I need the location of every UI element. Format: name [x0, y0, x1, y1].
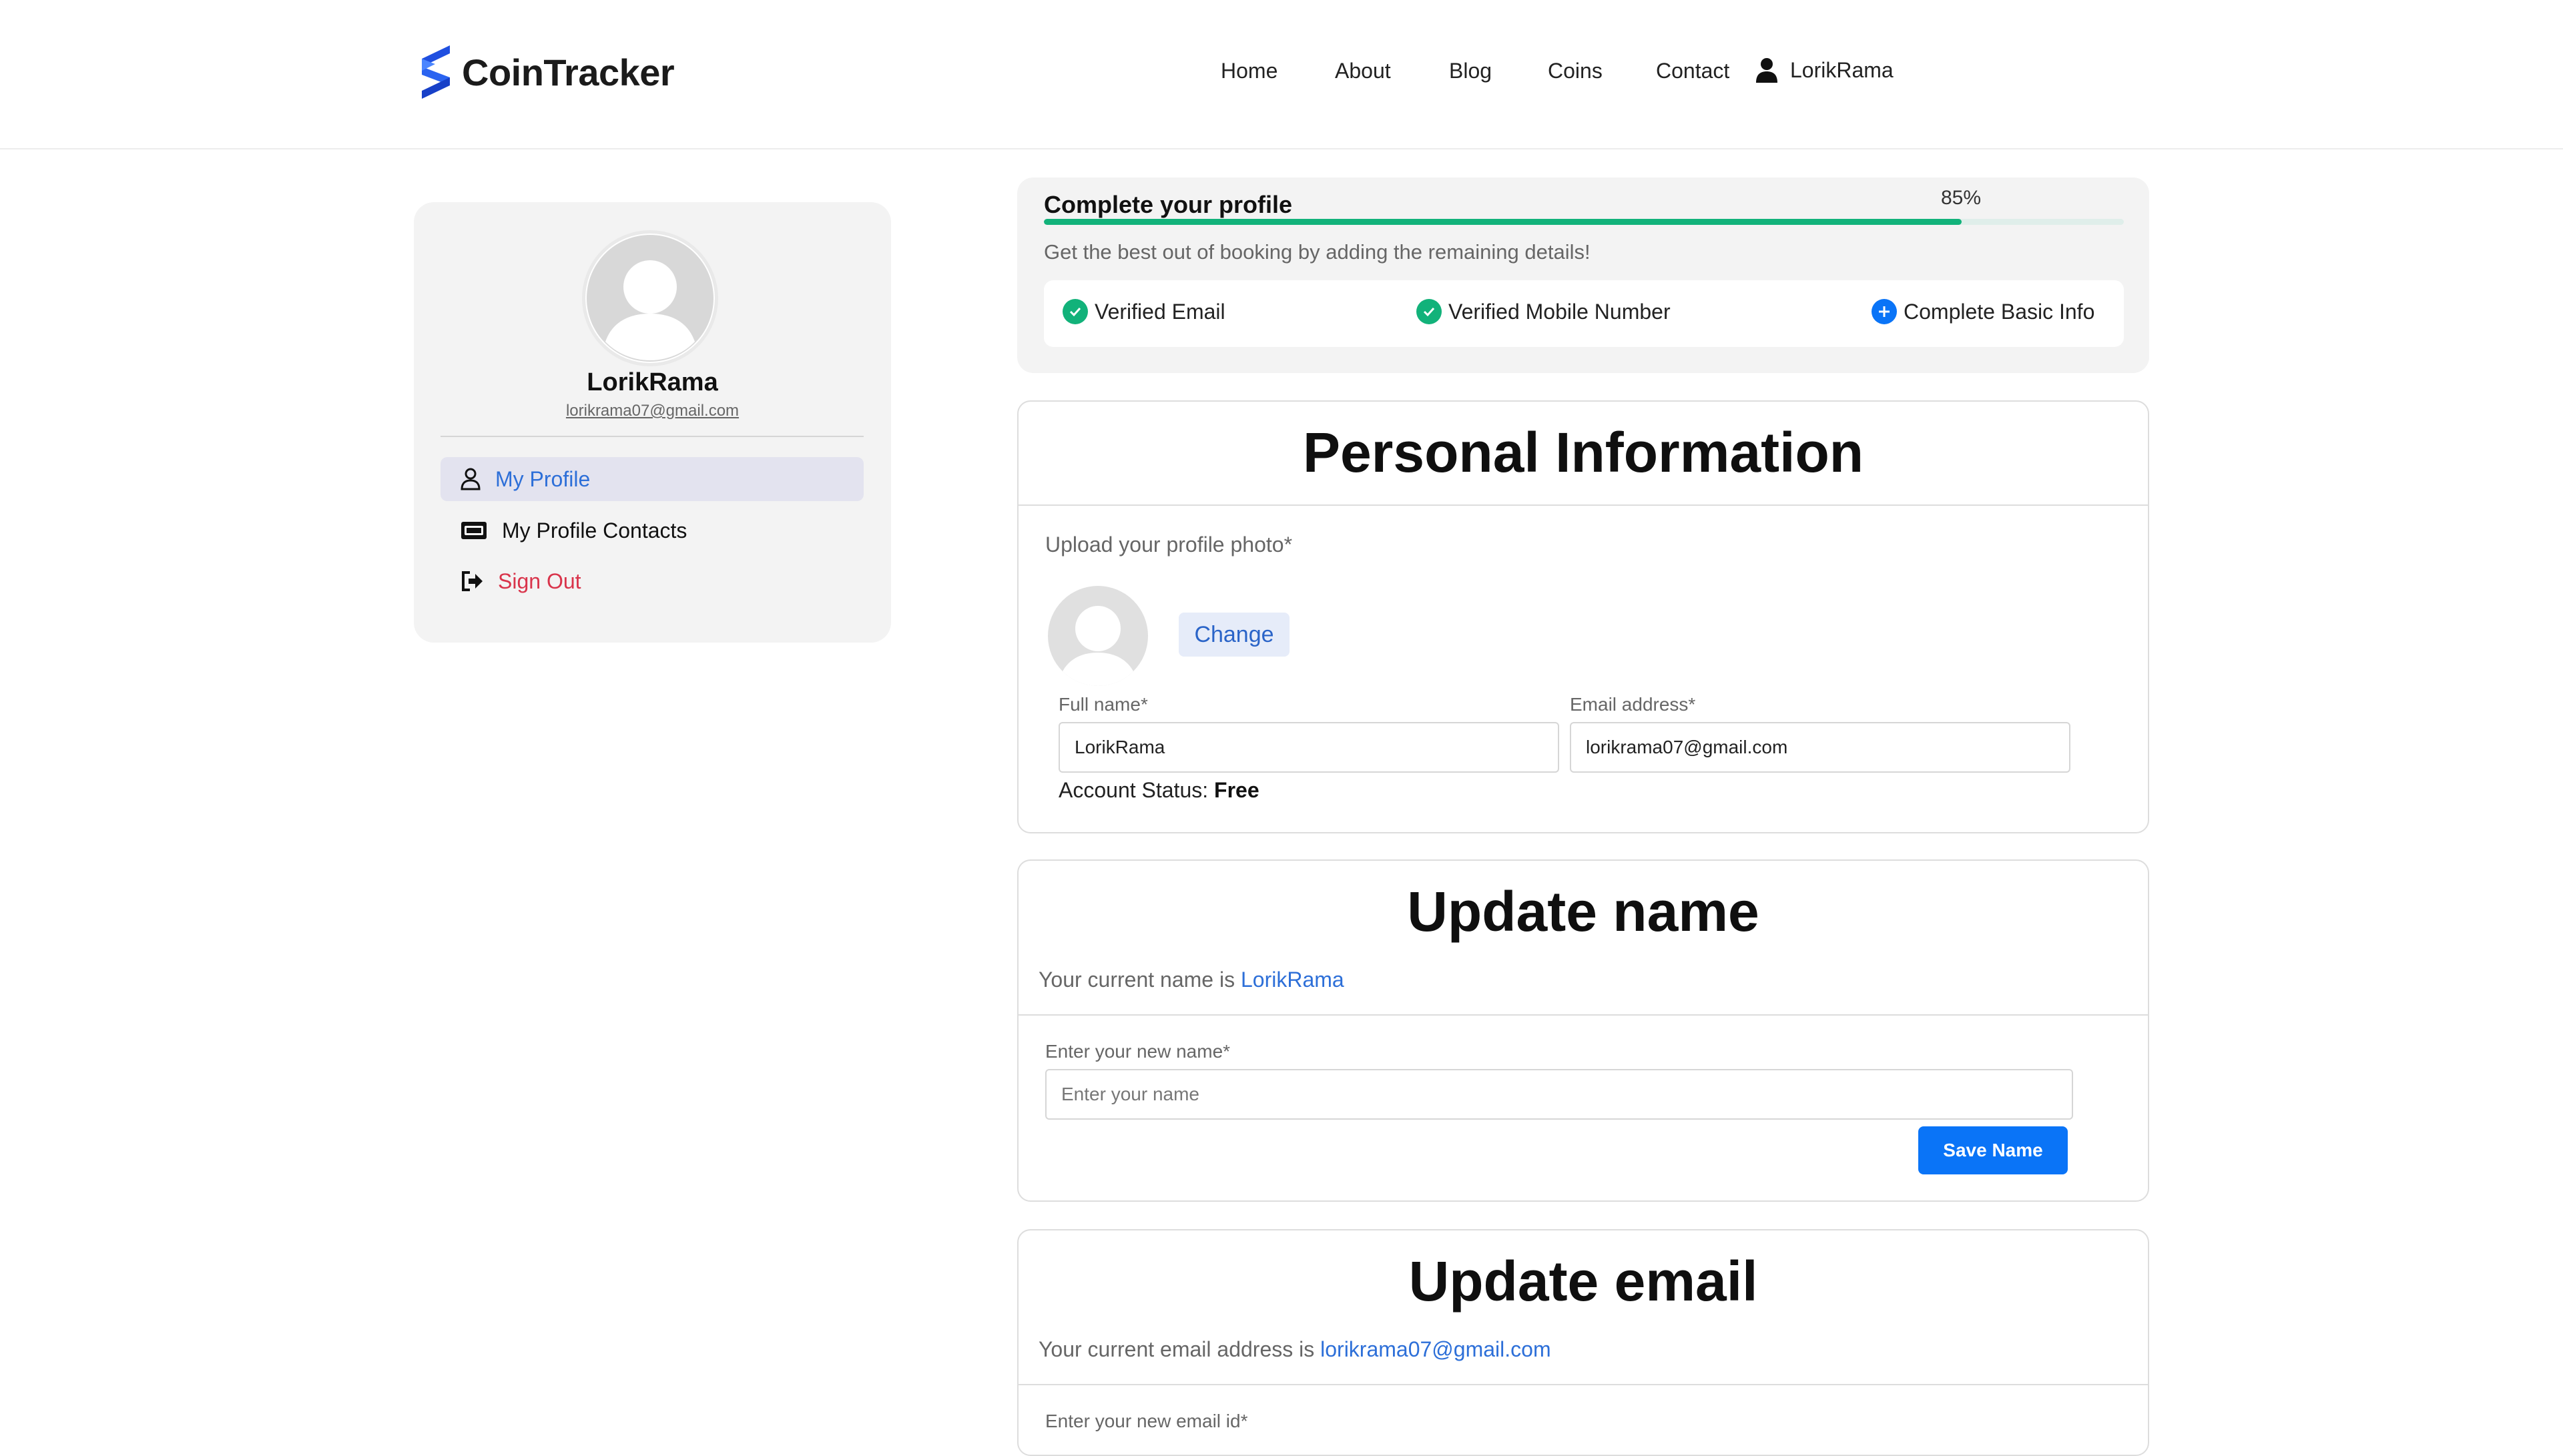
nav-about[interactable]: About: [1335, 59, 1391, 83]
user-icon: [1756, 58, 1777, 83]
save-name-button[interactable]: Save Name: [1918, 1126, 2068, 1174]
current-email-value: lorikrama07@gmail.com: [1320, 1337, 1551, 1361]
section-divider: [1019, 1384, 2148, 1385]
check-label: Verified Email: [1095, 299, 1225, 324]
sidebar-item-my-profile[interactable]: My Profile: [441, 457, 864, 501]
completion-progress-fill: [1044, 219, 1962, 225]
update-name-title: Update name: [1407, 880, 1759, 943]
sidebar-divider: [441, 436, 864, 437]
completion-title: Complete your profile: [1044, 191, 1293, 218]
check-verified-email: Verified Email: [1063, 299, 1225, 324]
new-name-input[interactable]: [1045, 1069, 2073, 1120]
completion-percent: 85%: [1941, 187, 1982, 209]
current-email-text: Your current email address is lorikrama0…: [1039, 1337, 1551, 1362]
sidebar-item-label: My Profile Contacts: [502, 518, 687, 542]
check-circle-icon: [1416, 299, 1442, 324]
brand-logo[interactable]: CoinTracker: [419, 44, 675, 100]
current-name-value: LorikRama: [1240, 968, 1344, 992]
sidebar-item-label: My Profile: [495, 466, 591, 491]
section-divider: [1019, 504, 2148, 506]
fullname-input[interactable]: [1059, 722, 1559, 773]
check-label: Verified Mobile Number: [1448, 299, 1671, 324]
email-label: Email address*: [1570, 694, 1696, 715]
nav-contact[interactable]: Contact: [1656, 59, 1729, 83]
nav-user-menu[interactable]: LorikRama: [1755, 57, 1894, 83]
completion-progress-bar: [1044, 219, 2124, 225]
sidebar-item-profile-contacts[interactable]: My Profile Contacts: [441, 508, 864, 553]
check-circle-icon: [1063, 299, 1088, 324]
check-complete-basic-info[interactable]: Complete Basic Info: [1872, 299, 2094, 324]
completion-subtitle: Get the best out of booking by adding th…: [1044, 240, 1591, 264]
change-photo-button[interactable]: Change: [1179, 613, 1290, 657]
avatar: [582, 230, 718, 366]
fullname-label: Full name*: [1059, 694, 1148, 715]
account-status: Account Status: Free: [1059, 778, 1259, 803]
top-navbar: [0, 0, 2563, 149]
account-status-value: Free: [1214, 778, 1259, 802]
current-name-text: Your current name is LorikRama: [1039, 968, 1344, 992]
user-icon: [461, 468, 481, 490]
personal-information-title: Personal Information: [1302, 421, 1864, 484]
nav-coins[interactable]: Coins: [1548, 59, 1603, 83]
brand-name: CoinTracker: [462, 51, 675, 93]
plus-circle-icon: [1872, 299, 1897, 324]
profile-photo: [1048, 586, 1148, 686]
current-name-prefix: Your current name is: [1039, 968, 1235, 992]
check-label: Complete Basic Info: [1904, 299, 2095, 324]
nav-blog[interactable]: Blog: [1449, 59, 1492, 83]
cointracker-logo-icon: [422, 45, 450, 99]
email-input[interactable]: [1570, 722, 2070, 773]
update-email-title: Update email: [1408, 1250, 1758, 1313]
section-divider: [1019, 1014, 2148, 1016]
new-name-label: Enter your new name*: [1045, 1041, 1231, 1062]
sidebar-item-label: Sign Out: [498, 569, 581, 593]
nav-home[interactable]: Home: [1221, 59, 1277, 83]
nav-username: LorikRama: [1790, 57, 1894, 82]
new-email-label: Enter your new email id*: [1045, 1411, 1248, 1431]
sidebar-username: LorikRama: [587, 368, 718, 396]
default-avatar-icon: [1048, 586, 1148, 686]
contacts-icon: [461, 522, 487, 539]
current-email-prefix: Your current email address is: [1039, 1337, 1315, 1361]
sidebar-item-sign-out[interactable]: Sign Out: [441, 559, 864, 603]
account-status-label: Account Status:: [1059, 778, 1209, 802]
sidebar-email[interactable]: lorikrama07@gmail.com: [414, 402, 891, 420]
upload-photo-label: Upload your profile photo*: [1045, 532, 1293, 557]
default-avatar-icon: [587, 235, 714, 362]
sign-out-icon: [462, 571, 483, 591]
check-verified-mobile: Verified Mobile Number: [1416, 299, 1671, 324]
